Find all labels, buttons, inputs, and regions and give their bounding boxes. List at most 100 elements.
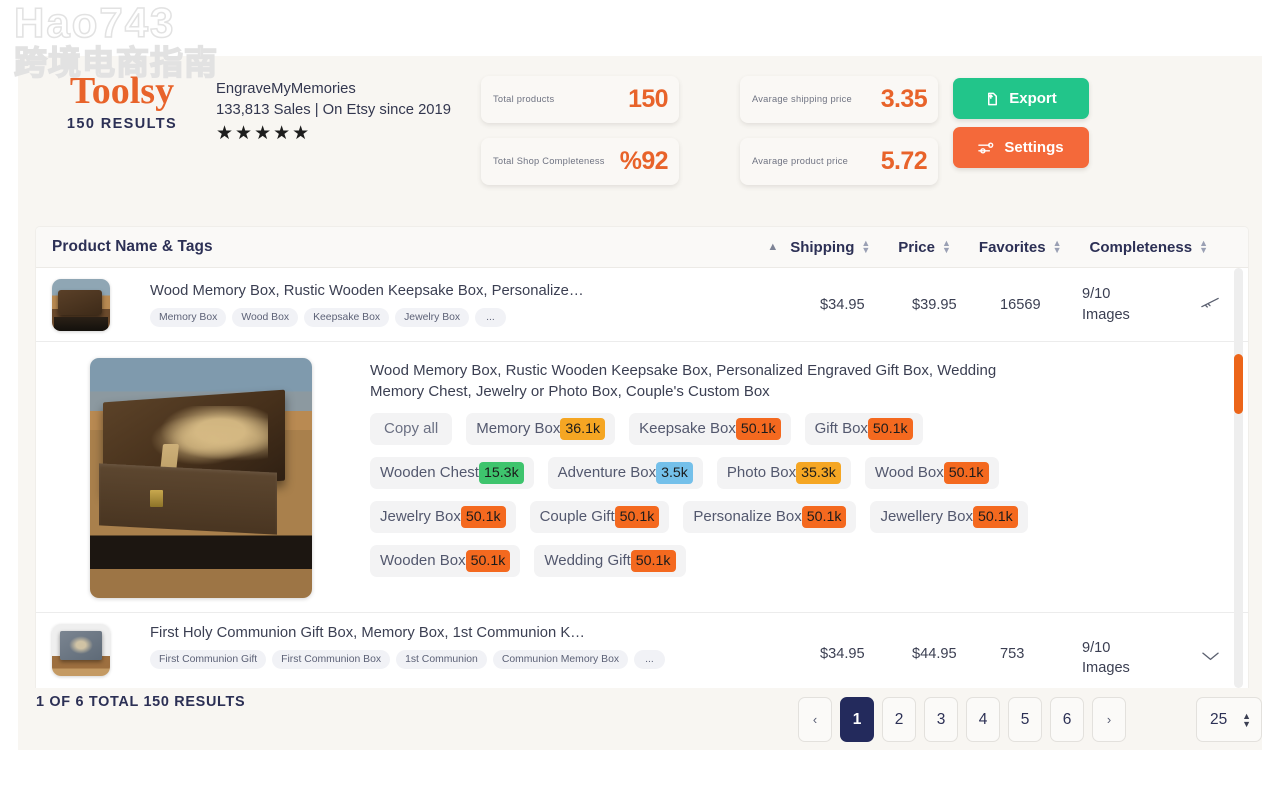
product-tag[interactable]: Couple Gift 50.1k xyxy=(529,500,670,533)
tag-count-badge: 3.5k xyxy=(656,461,693,484)
pagination-page-4[interactable]: 4 xyxy=(966,697,1000,742)
table-row-expanded[interactable]: Wood Memory Box, Rustic Wooden Keepsake … xyxy=(36,342,1248,613)
product-tag[interactable]: Wooden Chest 15.3k xyxy=(370,456,534,489)
cell-favorites: 753 xyxy=(1000,646,1025,662)
table-scrollbar-track[interactable] xyxy=(1234,268,1243,688)
completeness-unit: Images xyxy=(1082,306,1130,323)
column-header-favorites[interactable]: Favorites ▲ ▼ xyxy=(979,239,1062,256)
pagination-page-2[interactable]: 2 xyxy=(882,697,916,742)
sliders-icon xyxy=(978,141,995,155)
product-tag[interactable]: Adventure Box 3.5k xyxy=(547,456,703,489)
action-buttons: Export Settings xyxy=(953,78,1089,168)
column-header-price[interactable]: Price ▲ ▼ xyxy=(898,239,951,256)
caret-up-icon[interactable]: ▲ xyxy=(767,241,778,253)
tag-name: Jewelry Box xyxy=(380,508,461,526)
stat-label: Avarage shipping price xyxy=(752,93,852,104)
tag-name: Personalize Box xyxy=(693,508,802,526)
product-tag[interactable]: Wood Box 50.1k xyxy=(864,456,999,489)
column-header-price-label: Price xyxy=(898,238,935,256)
tag-count-badge: 50.1k xyxy=(465,549,511,572)
export-button[interactable]: Export xyxy=(953,78,1089,119)
tag-count-badge: 15.3k xyxy=(478,461,524,484)
product-title[interactable]: First Holy Communion Gift Box, Memory Bo… xyxy=(150,624,820,642)
stat-label: Total Shop Completeness xyxy=(493,155,605,166)
product-tag[interactable]: Keepsake Box xyxy=(304,308,390,328)
completeness-unit: Images xyxy=(1082,660,1130,677)
table-row[interactable]: First Holy Communion Gift Box, Memory Bo… xyxy=(36,613,1248,688)
sort-toggle-icon[interactable]: ▲ ▼ xyxy=(942,239,951,255)
product-title[interactable]: Wood Memory Box, Rustic Wooden Keepsake … xyxy=(150,282,820,300)
stat-column-left: Total products 150 Total Shop Completene… xyxy=(481,76,679,200)
product-tag[interactable]: Jewellery Box 50.1k xyxy=(870,500,1028,533)
stat-card-avg-shipping-price: Avarage shipping price 3.35 xyxy=(740,76,938,123)
tag-name: Photo Box xyxy=(726,464,797,482)
product-tag-more[interactable]: ... xyxy=(634,650,665,670)
chevron-up-icon xyxy=(1200,296,1220,314)
cell-completeness: 9/10 Images xyxy=(1082,638,1172,679)
table-row[interactable]: Wood Memory Box, Rustic Wooden Keepsake … xyxy=(36,268,1248,342)
column-header-completeness[interactable]: Completeness ▲ ▼ xyxy=(1090,239,1208,256)
app-root: Toolsy 150 RESULTS EngraveMyMemories 1 3 3… xyxy=(0,0,1280,800)
product-tag[interactable]: Wood Box xyxy=(232,308,299,328)
tag-count-badge: 50.1k xyxy=(801,505,847,528)
copy-all-button[interactable]: Copy all xyxy=(370,412,453,445)
product-tag[interactable]: Jewelry Box 50.1k xyxy=(370,500,516,533)
tag-count-badge: 50.1k xyxy=(735,417,781,440)
stat-value: %92 xyxy=(619,147,669,175)
column-header-product-name[interactable]: Product Name & Tags xyxy=(52,238,213,256)
footer-bar: 1 OF 6 TOTAL 150 RESULTS ‹ 1 2 3 4 5 6 ›… xyxy=(18,688,1262,750)
cell-shipping: $34.95 xyxy=(820,296,865,313)
cell-shipping: $34.95 xyxy=(820,646,865,662)
table-body: Wood Memory Box, Rustic Wooden Keepsake … xyxy=(36,268,1248,688)
product-tag[interactable]: First Communion Box xyxy=(272,650,391,670)
pagination-page-1[interactable]: 1 xyxy=(840,697,874,742)
product-tag-grid: Copy all Memory Box 36.1k Keepsake Box 5… xyxy=(370,412,1070,577)
product-tag[interactable]: Keepsake Box 50.1k xyxy=(629,412,791,445)
tag-name: Couple Gift xyxy=(539,508,615,526)
sort-toggle-icon[interactable]: ▲ ▼ xyxy=(1199,239,1208,255)
product-tag[interactable]: Jewelry Box xyxy=(395,308,470,328)
product-tag-more[interactable]: ... xyxy=(475,308,506,328)
product-tag[interactable]: Gift Box 50.1k xyxy=(804,412,923,445)
settings-button[interactable]: Settings xyxy=(953,127,1089,168)
product-info-expanded: Wood Memory Box, Rustic Wooden Keepsake … xyxy=(312,358,1232,598)
product-tag[interactable]: Memory Box xyxy=(150,308,227,328)
product-thumbnail-large[interactable] xyxy=(90,358,312,598)
pagination-prev-button[interactable]: ‹ xyxy=(798,697,832,742)
product-title[interactable]: Wood Memory Box, Rustic Wooden Keepsake … xyxy=(370,360,1042,403)
chevron-down-icon xyxy=(1201,650,1220,666)
stat-column-right: Avarage shipping price 3.35 Avarage prod… xyxy=(740,76,938,200)
per-page-select[interactable]: 25 ▲ ▼ xyxy=(1196,697,1262,742)
table-scrollbar-thumb[interactable] xyxy=(1234,354,1243,414)
product-tag[interactable]: Communion Memory Box xyxy=(492,650,629,670)
column-header-shipping[interactable]: Shipping ▲ ▼ xyxy=(790,239,870,256)
product-tag[interactable]: 1st Communion xyxy=(396,650,487,670)
sort-toggle-icon[interactable]: ▲ ▼ xyxy=(861,239,870,255)
product-tag[interactable]: Photo Box 35.3k xyxy=(716,456,851,489)
column-header-completeness-label: Completeness xyxy=(1089,238,1193,256)
product-tag[interactable]: Personalize Box 50.1k xyxy=(683,500,857,533)
shop-name: EngraveMyMemories xyxy=(216,81,356,97)
product-tag[interactable]: Wedding Gift 50.1k xyxy=(534,544,686,577)
product-thumbnail[interactable] xyxy=(52,624,110,676)
product-tag[interactable]: Wooden Box 50.1k xyxy=(370,544,521,577)
tag-name: Keepsake Box xyxy=(639,420,736,438)
sort-toggle-icon[interactable]: ▲ ▼ xyxy=(1053,239,1062,255)
stat-card-total-products: Total products 150 xyxy=(481,76,679,123)
cell-favorites: 16569 xyxy=(1000,296,1041,313)
tag-name: Jewellery Box xyxy=(880,508,974,526)
tag-count-badge: 50.1k xyxy=(943,461,989,484)
product-thumbnail[interactable] xyxy=(52,278,110,331)
pagination-page-6[interactable]: 6 xyxy=(1050,697,1084,742)
tag-name: Adventure Box xyxy=(557,464,657,482)
product-tag-list: First Communion Gift First Communion Box… xyxy=(150,650,820,670)
stat-card-shop-completeness: Total Shop Completeness %92 xyxy=(481,138,679,185)
brand-block: Toolsy 150 RESULTS xyxy=(42,71,202,132)
pagination-page-5[interactable]: 5 xyxy=(1008,697,1042,742)
product-tag[interactable]: First Communion Gift xyxy=(150,650,267,670)
tag-count-badge: 50.1k xyxy=(973,505,1018,528)
product-tag[interactable]: Memory Box 36.1k xyxy=(466,412,616,445)
stat-value: 150 xyxy=(628,85,669,113)
pagination-next-button[interactable]: › xyxy=(1092,697,1126,742)
pagination-page-3[interactable]: 3 xyxy=(924,697,958,742)
